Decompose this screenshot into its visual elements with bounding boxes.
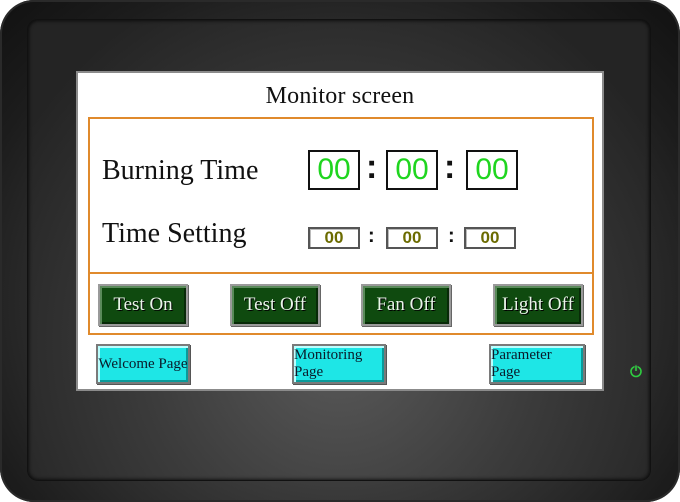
panel-divider	[88, 272, 594, 274]
welcome-page-button[interactable]: Welcome Page	[96, 344, 190, 384]
burning-time-colon-1: :	[366, 148, 378, 186]
time-setting-seconds[interactable]: 00	[464, 227, 516, 249]
burning-time-colon-2: :	[444, 148, 456, 186]
parameter-page-button[interactable]: Parameter Page	[489, 344, 585, 384]
time-setting-colon-1: :	[368, 225, 375, 247]
hmi-screen: Monitor screen Burning Time 00 : 00 : 00…	[76, 71, 604, 391]
burning-time-seconds: 00	[466, 150, 518, 190]
time-setting-hours[interactable]: 00	[308, 227, 360, 249]
fan-off-button[interactable]: Fan Off	[361, 284, 451, 326]
test-on-button[interactable]: Test On	[98, 284, 188, 326]
light-off-button[interactable]: Light Off	[493, 284, 583, 326]
time-setting-minutes[interactable]: 00	[386, 227, 438, 249]
burning-time-hours: 00	[308, 150, 360, 190]
test-off-button[interactable]: Test Off	[230, 284, 320, 326]
page-title: Monitor screen	[265, 83, 415, 109]
time-setting-label: Time Setting	[102, 218, 247, 249]
burning-time-minutes: 00	[386, 150, 438, 190]
monitoring-page-button[interactable]: Monitoring Page	[292, 344, 386, 384]
power-icon[interactable]	[629, 364, 643, 378]
time-setting-colon-2: :	[448, 225, 455, 247]
burning-time-label: Burning Time	[102, 155, 259, 186]
